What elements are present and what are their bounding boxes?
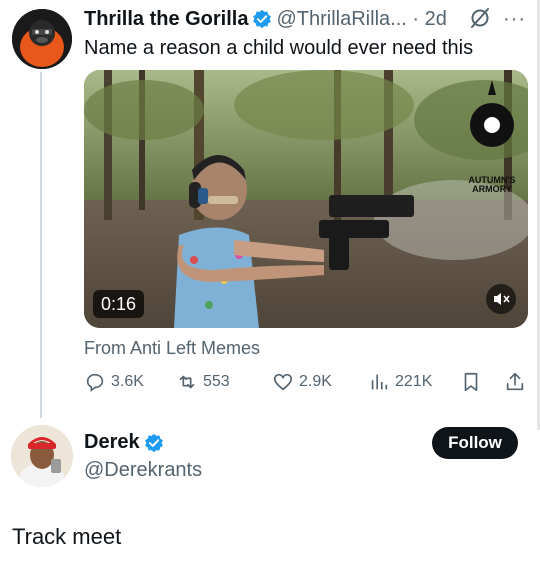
derek-avatar-image xyxy=(11,425,73,487)
video-duration: 0:16 xyxy=(93,290,145,318)
tweet-action-bar: 3.6K 553 2.9K 221K xyxy=(84,369,528,395)
bookmark-icon xyxy=(464,372,478,392)
repost-button[interactable]: 553 xyxy=(176,369,230,395)
repost-count: 553 xyxy=(203,373,230,390)
reply-author-avatar[interactable] xyxy=(11,425,73,487)
grok-icon[interactable] xyxy=(468,6,492,30)
verified-badge-icon xyxy=(253,9,272,29)
share-button[interactable] xyxy=(504,369,531,395)
views-icon xyxy=(371,374,388,390)
author-name[interactable]: Thrilla the Gorilla xyxy=(84,8,248,31)
svg-text:ARMORY: ARMORY xyxy=(472,184,512,194)
thread-connector-line xyxy=(40,72,42,418)
mute-icon xyxy=(494,293,510,305)
video-player[interactable]: AUTUMN'S ARMORY 0:16 xyxy=(84,70,528,328)
gorilla-avatar-image xyxy=(12,9,72,69)
reply-button[interactable]: 3.6K xyxy=(84,369,144,395)
video-thumbnail: AUTUMN'S ARMORY xyxy=(84,70,528,328)
reply-count: 3.6K xyxy=(111,373,144,390)
source-attribution[interactable]: From Anti Left Memes xyxy=(84,338,260,359)
reply-icon xyxy=(86,373,104,392)
reply-author-handle[interactable]: @Derekrants xyxy=(84,459,202,482)
bookmark-button[interactable] xyxy=(460,369,487,395)
reply-text: Track meet xyxy=(12,524,122,549)
author-handle-time[interactable]: @ThrillaRilla... · 2d xyxy=(276,8,446,31)
views-button[interactable]: 221K xyxy=(368,369,432,395)
like-button[interactable]: 2.9K xyxy=(272,369,332,395)
reply-author-header: Derek xyxy=(84,431,168,454)
follow-button[interactable]: Follow xyxy=(432,427,518,459)
reply-author-name[interactable]: Derek xyxy=(84,431,140,454)
like-icon xyxy=(273,373,293,391)
tweet-header: Thrilla the Gorilla @ThrillaRilla... · 2… xyxy=(84,7,447,31)
tweet-text: Name a reason a child would ever need th… xyxy=(84,37,474,59)
more-icon[interactable]: ··· xyxy=(503,8,526,31)
author-avatar[interactable] xyxy=(12,9,72,69)
views-count: 221K xyxy=(395,373,433,390)
verified-badge-icon xyxy=(144,433,163,452)
mute-button[interactable] xyxy=(486,284,516,314)
share-icon xyxy=(506,372,524,391)
repost-icon xyxy=(179,375,195,389)
like-count: 2.9K xyxy=(299,373,332,390)
